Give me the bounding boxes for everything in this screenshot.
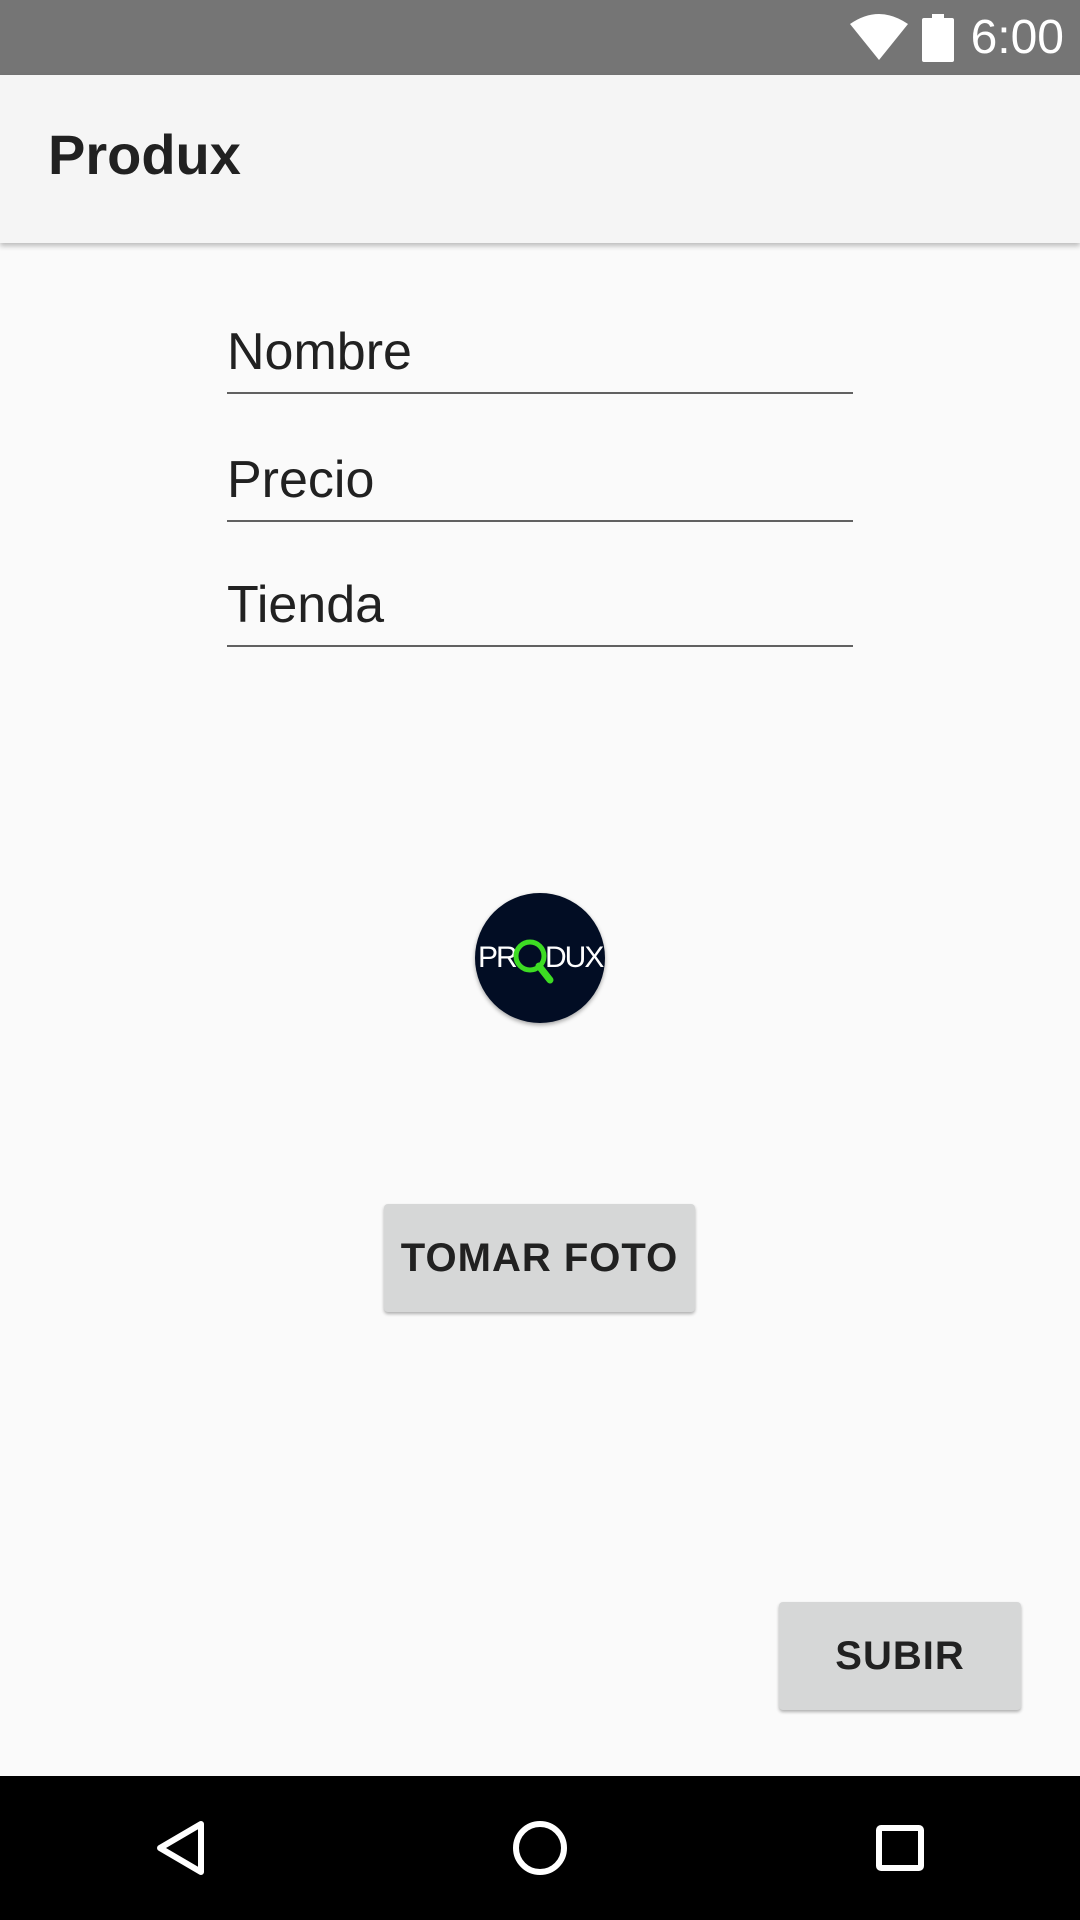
back-icon (157, 1821, 204, 1875)
logo-text-left: PR (478, 941, 517, 974)
wifi-icon (850, 14, 908, 60)
upload-button[interactable]: SUBIR (779, 1602, 1021, 1710)
nav-bar (0, 1776, 1080, 1920)
precio-field[interactable]: Precio (227, 442, 853, 522)
back-button[interactable] (90, 1776, 270, 1920)
tienda-placeholder: Tienda (227, 576, 385, 634)
status-bar: 6:00 (0, 0, 1080, 75)
app-bar: Produx (0, 75, 1080, 243)
logo-text-right: DUX (545, 941, 604, 974)
logo-graphic: PR DUX (478, 939, 605, 984)
recents-icon (876, 1825, 924, 1871)
take-photo-button[interactable]: TOMAR FOTO (384, 1204, 695, 1312)
recents-button[interactable] (810, 1776, 990, 1920)
status-time: 6:00 (970, 11, 1064, 64)
nombre-placeholder: Nombre (227, 323, 412, 381)
produx-logo: PR DUX (475, 893, 605, 1023)
battery-icon (922, 14, 954, 62)
nombre-field[interactable]: Nombre (227, 314, 853, 394)
home-button[interactable] (450, 1776, 630, 1920)
precio-placeholder: Precio (227, 451, 375, 509)
home-icon (513, 1821, 567, 1875)
app-title: Produx (48, 123, 241, 186)
screen: 6:00 Produx Nombre Precio Tienda PR DUX … (0, 0, 1080, 1920)
tienda-field[interactable]: Tienda (227, 567, 853, 647)
